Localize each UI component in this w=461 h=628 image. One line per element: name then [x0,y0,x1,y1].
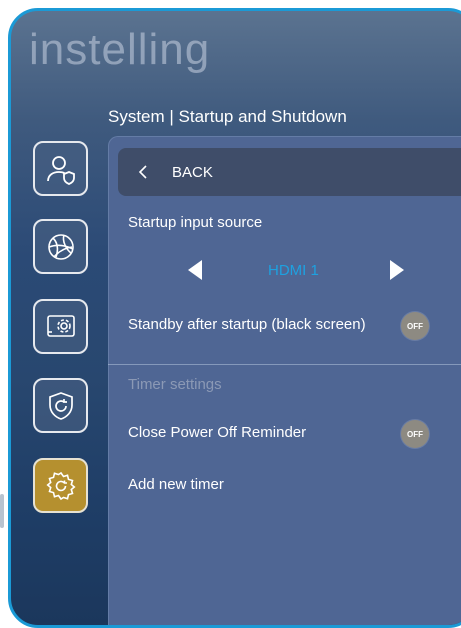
standby-toggle[interactable]: OFF [401,312,429,340]
shield-restore-icon [48,391,73,420]
sidebar-item-user-privacy[interactable] [33,141,88,196]
sidebar-item-system[interactable] [33,458,88,513]
arrow-left-icon[interactable] [188,260,202,280]
back-button[interactable]: BACK [118,148,461,196]
startup-input-value[interactable]: HDMI 1 [268,262,319,279]
arrow-right-icon[interactable] [390,260,404,280]
back-label: BACK [172,163,213,181]
power-off-reminder-label: Close Power Off Reminder [128,424,307,441]
startup-input-label: Startup input source [128,214,263,231]
user-shield-icon [46,155,75,185]
chevron-left-icon [138,165,147,179]
power-off-reminder-toggle[interactable]: OFF [401,420,429,448]
sidebar-item-display[interactable] [33,299,88,354]
globe-network-icon [47,233,74,260]
sidebar-item-security[interactable] [33,378,88,433]
device-frame: instelling System | Startup and Shutdown [8,8,461,628]
timer-section-label: Timer settings [128,376,222,393]
display-settings-icon [46,314,75,337]
side-handle[interactable] [0,494,4,528]
divider [108,364,461,365]
gear-refresh-icon [45,471,76,500]
background-heading: instelling [29,25,211,74]
add-timer-button[interactable]: Add new timer [128,476,224,493]
sidebar-item-network[interactable] [33,219,88,274]
settings-panel: BACK Startup input source HDMI 1 Standby… [108,136,461,625]
breadcrumb: System | Startup and Shutdown [108,107,347,126]
standby-label: Standby after startup (black screen) [128,316,366,333]
